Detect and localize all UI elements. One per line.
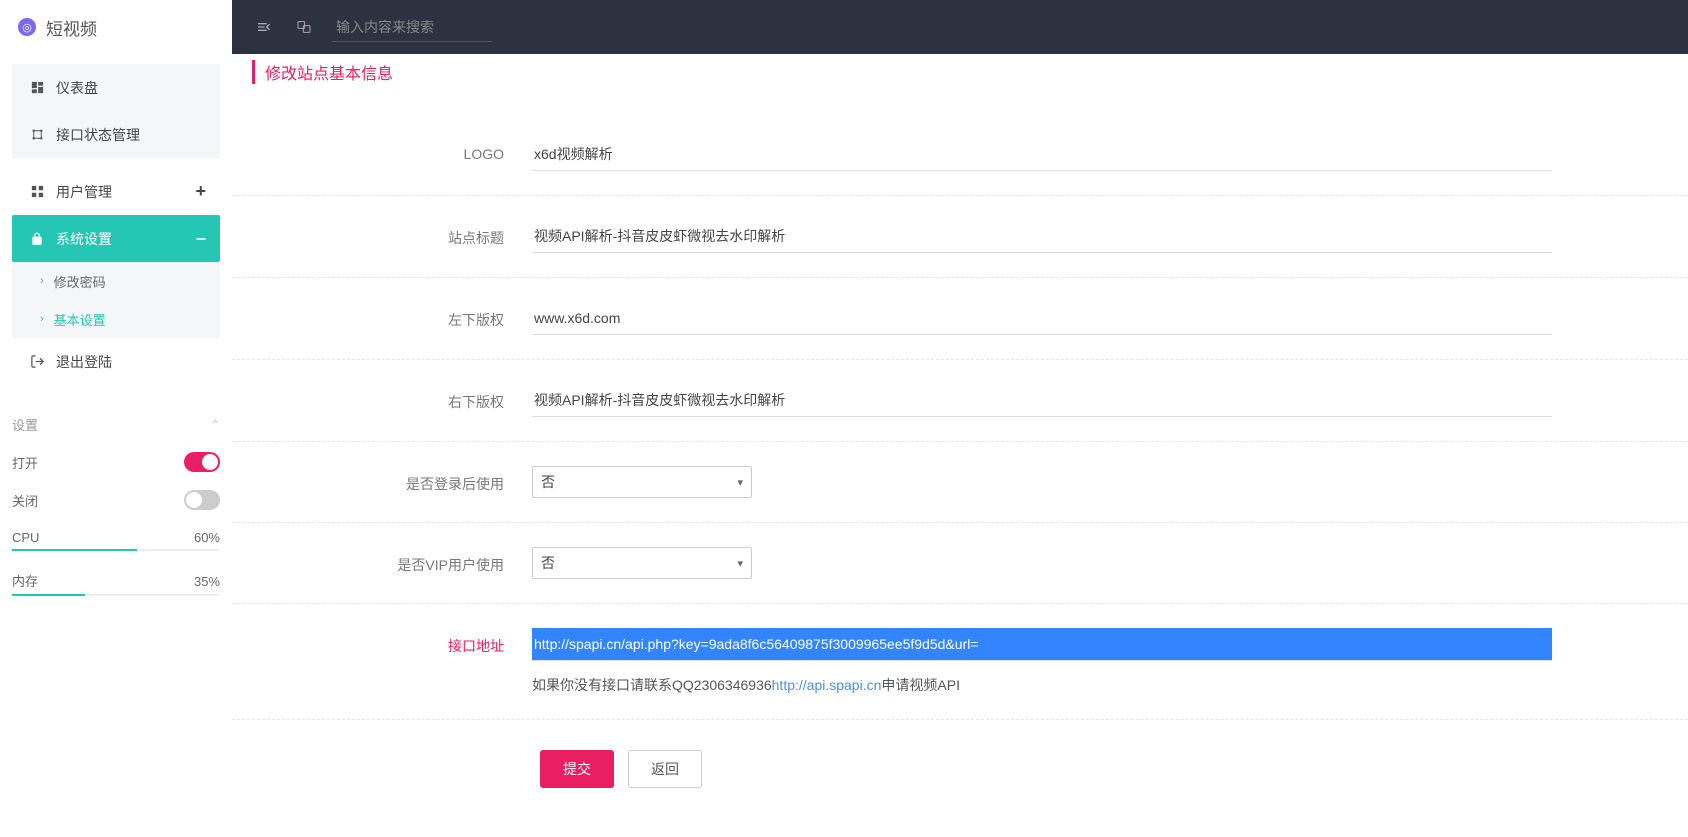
row-site-title: 站点标题 [232, 196, 1688, 278]
select-vip-only[interactable]: 否 [532, 547, 752, 579]
sidebar-label: 系统设置 [56, 229, 112, 249]
row-require-login: 是否登录后使用 否 [232, 442, 1688, 523]
toggle-close[interactable] [184, 490, 220, 510]
user-mgmt-icon [26, 184, 48, 199]
help-link[interactable]: http://api.spapi.cn [772, 677, 882, 693]
back-button[interactable]: 返回 [628, 750, 702, 788]
sidebar-label: 仪表盘 [56, 78, 98, 98]
input-api-url[interactable] [532, 628, 1552, 661]
chevron-right-icon: › [40, 313, 44, 325]
sidebar-sub-label: 修改密码 [54, 272, 106, 291]
row-left-footer: 左下版权 [232, 278, 1688, 360]
row-right-footer: 右下版权 [232, 360, 1688, 442]
minus-icon: – [196, 228, 206, 249]
label-site-title: 站点标题 [252, 220, 532, 248]
submit-button[interactable]: 提交 [540, 750, 614, 788]
sidebar-item-dashboard[interactable]: 仪表盘 [12, 64, 220, 111]
toggle-open[interactable] [184, 452, 220, 472]
button-row: 提交 返回 [232, 720, 1688, 818]
toggle-open-row: 打开 [12, 452, 220, 472]
language-icon[interactable] [284, 7, 324, 47]
app-title: 短视频 [46, 15, 97, 40]
input-right-footer[interactable] [532, 384, 1552, 417]
plus-icon: + [195, 181, 206, 202]
select-require-login[interactable]: 否 [532, 466, 752, 498]
label-right-footer: 右下版权 [252, 384, 532, 412]
sidebar: ◎ 短视频 仪表盘 接口状态管理 用户管理 + 系统设置 – [0, 0, 232, 837]
sidebar-label: 接口状态管理 [56, 125, 140, 145]
sidebar-item-system-settings[interactable]: 系统设置 – [12, 215, 220, 262]
label-require-login: 是否登录后使用 [252, 466, 532, 494]
logo-area: ◎ 短视频 [0, 0, 232, 54]
dashboard-icon [26, 80, 48, 95]
label-logo: LOGO [252, 138, 532, 162]
row-vip-only: 是否VIP用户使用 否 [232, 523, 1688, 604]
row-logo: LOGO [232, 114, 1688, 196]
sidebar-item-user-mgmt[interactable]: 用户管理 + [12, 168, 220, 215]
sidebar-sub-label: 基本设置 [54, 310, 106, 329]
mem-bar [12, 594, 220, 596]
api-status-icon [26, 127, 48, 142]
search-input[interactable] [332, 13, 492, 42]
cpu-bar [12, 549, 220, 551]
logo-icon: ◎ [18, 18, 36, 36]
help-text: 如果你没有接口请联系QQ2306346936http://api.spapi.c… [532, 675, 1668, 695]
row-api-url: 接口地址 如果你没有接口请联系QQ2306346936http://api.sp… [232, 604, 1688, 720]
topbar [232, 0, 1688, 54]
sidebar-submenu: › 修改密码 › 基本设置 [12, 262, 220, 338]
input-logo[interactable] [532, 138, 1552, 171]
label-left-footer: 左下版权 [252, 302, 532, 330]
label-api-url: 接口地址 [252, 628, 532, 656]
cpu-metric: CPU 60% [12, 530, 220, 545]
page-title: 修改站点基本信息 [252, 60, 1668, 84]
logout-icon [26, 354, 48, 369]
toggle-close-row: 关闭 [12, 490, 220, 510]
main-content: 修改站点基本信息 LOGO 站点标题 左下版权 右下版权 是否登录后使用 否 是… [232, 0, 1688, 818]
mem-metric: 内存 35% [12, 571, 220, 590]
sidebar-sub-change-password[interactable]: › 修改密码 [12, 262, 220, 300]
sidebar-item-api-status[interactable]: 接口状态管理 [12, 111, 220, 158]
settings-section-title[interactable]: 设置 ⌃ [12, 415, 220, 434]
input-site-title[interactable] [532, 220, 1552, 253]
lock-icon [26, 232, 48, 246]
input-left-footer[interactable] [532, 302, 1552, 335]
sidebar-label: 退出登陆 [56, 352, 112, 372]
sidebar-sub-basic-settings[interactable]: › 基本设置 [12, 300, 220, 338]
sidebar-label: 用户管理 [56, 182, 112, 202]
toggle-label: 打开 [12, 453, 38, 472]
sidebar-item-logout[interactable]: 退出登陆 [12, 338, 220, 385]
chevron-up-icon: ⌃ [211, 418, 220, 431]
menu-toggle-icon[interactable] [244, 7, 284, 47]
label-vip-only: 是否VIP用户使用 [252, 547, 532, 575]
toggle-label: 关闭 [12, 491, 38, 510]
chevron-right-icon: › [40, 275, 44, 287]
